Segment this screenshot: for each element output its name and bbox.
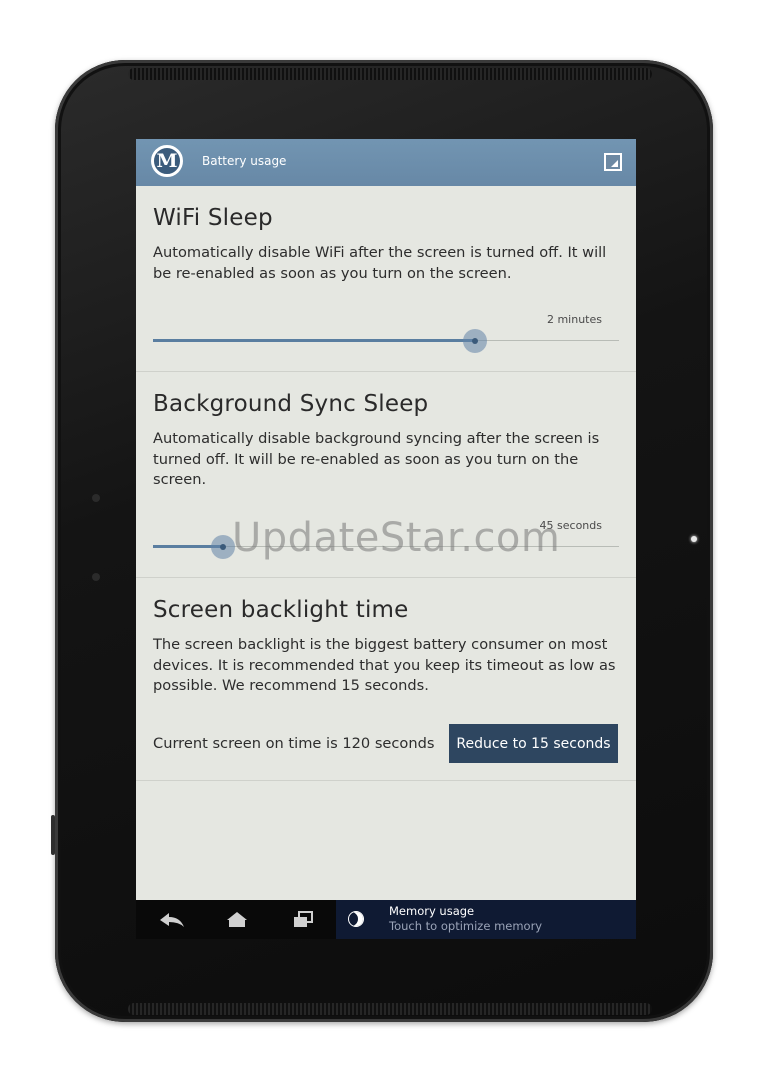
screen: M Battery usage WiFi Sleep Automatically… xyxy=(136,139,636,939)
notification-subtitle: Touch to optimize memory xyxy=(389,919,543,933)
wifi-sleep-title: WiFi Sleep xyxy=(153,205,273,231)
memory-notification[interactable]: Memory usage Touch to optimize memory xyxy=(336,900,636,939)
system-navbar: Memory usage Touch to optimize memory xyxy=(136,900,636,939)
backlight-section: Screen backlight time The screen backlig… xyxy=(153,597,619,697)
current-screen-time: Current screen on time is 120 seconds xyxy=(153,735,435,752)
slider-fill xyxy=(153,339,475,342)
wifi-sleep-value: 2 minutes xyxy=(546,313,602,326)
action-bar: M Battery usage xyxy=(136,139,636,186)
recent-apps-icon[interactable] xyxy=(278,900,328,939)
notification-title: Memory usage xyxy=(389,904,475,918)
bottom-speaker-grille xyxy=(128,1003,652,1015)
top-speaker-grille xyxy=(128,68,652,80)
wifi-sleep-section: WiFi Sleep Automatically disable WiFi af… xyxy=(153,205,619,284)
divider xyxy=(136,780,636,781)
wifi-sleep-description: Automatically disable WiFi after the scr… xyxy=(153,244,607,282)
watermark-text: UpdateStar.com xyxy=(232,515,561,561)
moon-icon xyxy=(348,911,364,927)
sync-sleep-section: Background Sync Sleep Automatically disa… xyxy=(153,391,619,491)
wifi-sleep-slider[interactable] xyxy=(153,326,619,356)
sync-sleep-title: Background Sync Sleep xyxy=(153,391,429,417)
back-icon[interactable] xyxy=(146,900,196,939)
reduce-timeout-button[interactable]: Reduce to 15 seconds xyxy=(449,724,618,763)
backlight-description: The screen backlight is the biggest batt… xyxy=(153,636,616,694)
action-bar-title: Battery usage xyxy=(202,154,287,168)
app-logo[interactable]: M xyxy=(151,145,183,177)
divider xyxy=(136,577,636,578)
nav-buttons xyxy=(136,900,336,939)
divider xyxy=(136,371,636,372)
sync-sleep-description: Automatically disable background syncing… xyxy=(153,430,600,488)
slider-thumb[interactable] xyxy=(462,329,487,353)
front-camera xyxy=(691,536,697,542)
proximity-sensor xyxy=(92,494,100,502)
home-icon[interactable] xyxy=(212,900,262,939)
volume-button[interactable] xyxy=(51,815,55,855)
backlight-title: Screen backlight time xyxy=(153,597,409,623)
light-sensor xyxy=(92,573,100,581)
resize-corner-icon[interactable] xyxy=(604,153,622,171)
